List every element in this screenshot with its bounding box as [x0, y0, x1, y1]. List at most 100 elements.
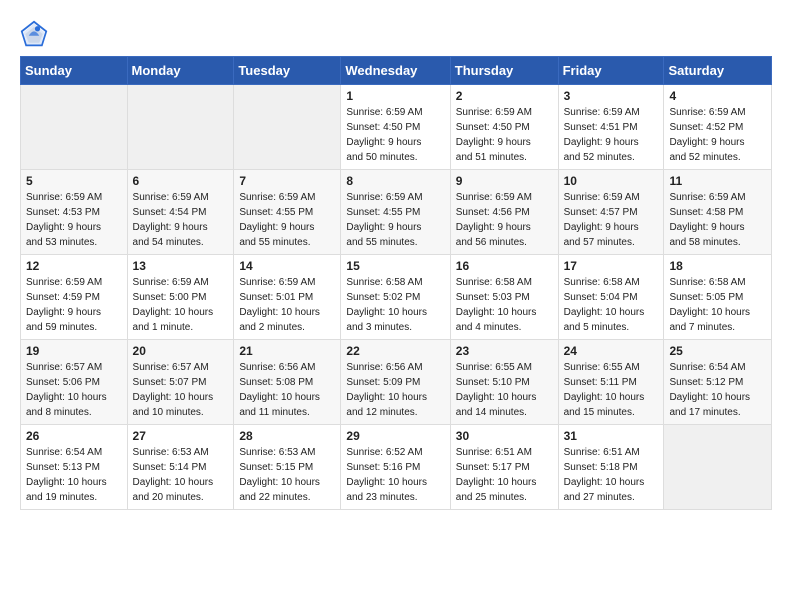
day-number: 20 [133, 344, 229, 358]
day-number: 19 [26, 344, 122, 358]
day-detail: Sunrise: 6:56 AM Sunset: 5:09 PM Dayligh… [346, 360, 444, 420]
day-cell [234, 85, 341, 170]
day-cell: 28Sunrise: 6:53 AM Sunset: 5:15 PM Dayli… [234, 425, 341, 510]
header [20, 16, 772, 48]
day-cell: 13Sunrise: 6:59 AM Sunset: 5:00 PM Dayli… [127, 255, 234, 340]
day-detail: Sunrise: 6:53 AM Sunset: 5:14 PM Dayligh… [133, 445, 229, 505]
day-number: 11 [669, 174, 766, 188]
day-detail: Sunrise: 6:58 AM Sunset: 5:02 PM Dayligh… [346, 275, 444, 335]
day-detail: Sunrise: 6:57 AM Sunset: 5:07 PM Dayligh… [133, 360, 229, 420]
weekday-header-row: SundayMondayTuesdayWednesdayThursdayFrid… [21, 57, 772, 85]
day-number: 24 [564, 344, 659, 358]
day-number: 2 [456, 89, 553, 103]
week-row-1: 1 Sunrise: 6:59 AM Sunset: 4:50 PM Daylig… [21, 85, 772, 170]
week-row-2: 5Sunrise: 6:59 AM Sunset: 4:53 PM Daylig… [21, 170, 772, 255]
day-cell: 21 Sunrise: 6:56 AM Sunset: 5:08 PM Dayli… [234, 340, 341, 425]
day-detail: Sunrise: 6:52 AM Sunset: 5:16 PM Dayligh… [346, 445, 444, 505]
day-detail: Sunrise: 6:59 AM Sunset: 4:50 PM Dayligh… [346, 105, 444, 165]
day-number: 25 [669, 344, 766, 358]
weekday-header-thursday: Thursday [450, 57, 558, 85]
day-cell: 19 Sunrise: 6:57 AM Sunset: 5:06 PM Dayli… [21, 340, 128, 425]
day-cell: 17 Sunrise: 6:58 AM Sunset: 5:04 PM Dayli… [558, 255, 664, 340]
day-detail: Sunrise: 6:58 AM Sunset: 5:04 PM Dayligh… [564, 275, 659, 335]
day-number: 21 [239, 344, 335, 358]
day-number: 5 [26, 174, 122, 188]
weekday-header-wednesday: Wednesday [341, 57, 450, 85]
day-number: 22 [346, 344, 444, 358]
day-number: 1 [346, 89, 444, 103]
day-detail: Sunrise: 6:57 AM Sunset: 5:06 PM Dayligh… [26, 360, 122, 420]
day-number: 17 [564, 259, 659, 273]
day-cell: 29 Sunrise: 6:52 AM Sunset: 5:16 PM Dayli… [341, 425, 450, 510]
day-detail: Sunrise: 6:55 AM Sunset: 5:10 PM Dayligh… [456, 360, 553, 420]
weekday-header-monday: Monday [127, 57, 234, 85]
day-cell: 15 Sunrise: 6:58 AM Sunset: 5:02 PM Dayli… [341, 255, 450, 340]
day-number: 26 [26, 429, 122, 443]
day-detail: Sunrise: 6:54 AM Sunset: 5:13 PM Dayligh… [26, 445, 122, 505]
week-row-5: 26 Sunrise: 6:54 AM Sunset: 5:13 PM Dayli… [21, 425, 772, 510]
day-number: 10 [564, 174, 659, 188]
day-detail: Sunrise: 6:51 AM Sunset: 5:17 PM Dayligh… [456, 445, 553, 505]
day-cell: 16 Sunrise: 6:58 AM Sunset: 5:03 PM Dayli… [450, 255, 558, 340]
day-detail: Sunrise: 6:59 AM Sunset: 4:56 PM Dayligh… [456, 190, 553, 250]
day-detail: Sunrise: 6:58 AM Sunset: 5:05 PM Dayligh… [669, 275, 766, 335]
day-detail: Sunrise: 6:58 AM Sunset: 5:03 PM Dayligh… [456, 275, 553, 335]
logo-icon [20, 20, 48, 48]
day-detail: Sunrise: 6:55 AM Sunset: 5:11 PM Dayligh… [564, 360, 659, 420]
day-cell: 5Sunrise: 6:59 AM Sunset: 4:53 PM Daylig… [21, 170, 128, 255]
day-cell [127, 85, 234, 170]
day-detail: Sunrise: 6:59 AM Sunset: 4:52 PM Dayligh… [669, 105, 766, 165]
day-detail: Sunrise: 6:54 AM Sunset: 5:12 PM Dayligh… [669, 360, 766, 420]
day-number: 7 [239, 174, 335, 188]
day-number: 28 [239, 429, 335, 443]
weekday-header-tuesday: Tuesday [234, 57, 341, 85]
day-cell: 18 Sunrise: 6:58 AM Sunset: 5:05 PM Dayli… [664, 255, 772, 340]
day-cell: 12 Sunrise: 6:59 AM Sunset: 4:59 PM Dayli… [21, 255, 128, 340]
day-number: 9 [456, 174, 553, 188]
weekday-header-friday: Friday [558, 57, 664, 85]
day-number: 23 [456, 344, 553, 358]
day-number: 16 [456, 259, 553, 273]
day-cell: 4 Sunrise: 6:59 AM Sunset: 4:52 PM Daylig… [664, 85, 772, 170]
day-cell: 25 Sunrise: 6:54 AM Sunset: 5:12 PM Dayli… [664, 340, 772, 425]
calendar-container: SundayMondayTuesdayWednesdayThursdayFrid… [0, 0, 792, 526]
day-detail: Sunrise: 6:51 AM Sunset: 5:18 PM Dayligh… [564, 445, 659, 505]
day-cell: 22 Sunrise: 6:56 AM Sunset: 5:09 PM Dayli… [341, 340, 450, 425]
day-cell [664, 425, 772, 510]
day-number: 14 [239, 259, 335, 273]
day-cell: 20 Sunrise: 6:57 AM Sunset: 5:07 PM Dayli… [127, 340, 234, 425]
day-number: 30 [456, 429, 553, 443]
day-detail: Sunrise: 6:59 AM Sunset: 4:51 PM Dayligh… [564, 105, 659, 165]
logo [20, 20, 52, 48]
day-number: 15 [346, 259, 444, 273]
day-detail: Sunrise: 6:59 AM Sunset: 4:50 PM Dayligh… [456, 105, 553, 165]
week-row-3: 12 Sunrise: 6:59 AM Sunset: 4:59 PM Dayli… [21, 255, 772, 340]
day-cell: 26 Sunrise: 6:54 AM Sunset: 5:13 PM Dayli… [21, 425, 128, 510]
day-cell: 2 Sunrise: 6:59 AM Sunset: 4:50 PM Daylig… [450, 85, 558, 170]
day-cell: 11 Sunrise: 6:59 AM Sunset: 4:58 PM Dayli… [664, 170, 772, 255]
day-detail: Sunrise: 6:56 AM Sunset: 5:08 PM Dayligh… [239, 360, 335, 420]
day-detail: Sunrise: 6:59 AM Sunset: 4:54 PM Dayligh… [133, 190, 229, 250]
day-number: 13 [133, 259, 229, 273]
day-number: 27 [133, 429, 229, 443]
day-number: 12 [26, 259, 122, 273]
day-number: 31 [564, 429, 659, 443]
day-cell: 10Sunrise: 6:59 AM Sunset: 4:57 PM Dayli… [558, 170, 664, 255]
day-detail: Sunrise: 6:59 AM Sunset: 4:59 PM Dayligh… [26, 275, 122, 335]
day-cell: 6Sunrise: 6:59 AM Sunset: 4:54 PM Daylig… [127, 170, 234, 255]
day-cell: 27 Sunrise: 6:53 AM Sunset: 5:14 PM Dayli… [127, 425, 234, 510]
day-cell: 24 Sunrise: 6:55 AM Sunset: 5:11 PM Dayli… [558, 340, 664, 425]
day-cell: 7 Sunrise: 6:59 AM Sunset: 4:55 PM Daylig… [234, 170, 341, 255]
day-detail: Sunrise: 6:59 AM Sunset: 4:55 PM Dayligh… [239, 190, 335, 250]
day-number: 4 [669, 89, 766, 103]
weekday-header-saturday: Saturday [664, 57, 772, 85]
calendar-table: SundayMondayTuesdayWednesdayThursdayFrid… [20, 56, 772, 510]
weekday-header-sunday: Sunday [21, 57, 128, 85]
day-detail: Sunrise: 6:59 AM Sunset: 5:01 PM Dayligh… [239, 275, 335, 335]
day-cell: 1 Sunrise: 6:59 AM Sunset: 4:50 PM Daylig… [341, 85, 450, 170]
day-number: 18 [669, 259, 766, 273]
day-cell: 30 Sunrise: 6:51 AM Sunset: 5:17 PM Dayli… [450, 425, 558, 510]
day-cell: 31 Sunrise: 6:51 AM Sunset: 5:18 PM Dayli… [558, 425, 664, 510]
day-number: 29 [346, 429, 444, 443]
day-detail: Sunrise: 6:59 AM Sunset: 4:58 PM Dayligh… [669, 190, 766, 250]
